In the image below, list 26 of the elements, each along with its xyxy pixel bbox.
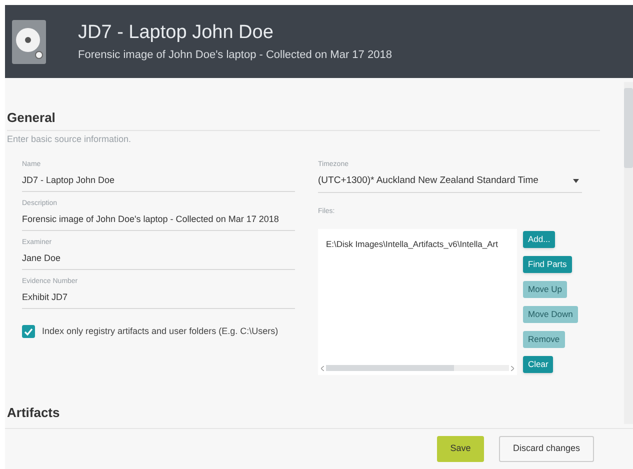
- dropdown-arrow-icon: [573, 178, 579, 183]
- checkmark-icon: [24, 328, 33, 336]
- scroll-right-icon[interactable]: [511, 366, 514, 371]
- checkbox[interactable]: [22, 325, 35, 338]
- timezone-value: (UTC+1300)* Auckland New Zealand Standard Time: [318, 174, 538, 188]
- list-button[interactable]: Clear: [523, 356, 554, 374]
- section-hint: Enter basic source information.: [7, 132, 132, 146]
- hard-drive-icon: [12, 20, 46, 64]
- section-heading: Artifacts: [7, 405, 61, 422]
- source-title: JD7 - Laptop John Doe: [78, 22, 274, 42]
- list-button[interactable]: Add...: [523, 231, 556, 248]
- horizontal-scrollbar[interactable]: [326, 365, 509, 372]
- checkbox-label: Index only registry artifacts and user folders (E.g. C:\Users): [42, 325, 278, 338]
- vertical-scrollbar[interactable]: [624, 82, 633, 424]
- field-value: Forensic image of John Doe's laptop - Collected on Mar 17 2018: [22, 212, 280, 226]
- file-path[interactable]: E:\Disk Images\Intella_Artifacts_v6\Intella_Art: [326, 238, 517, 251]
- source-subtitle: Forensic image of John Doe's laptop - Collected on Mar 17 2018: [78, 50, 392, 60]
- list-button[interactable]: Find Parts: [523, 256, 572, 274]
- field-value: JD7 - Laptop John Doe: [22, 174, 116, 187]
- section-heading: General: [7, 108, 600, 130]
- file-list[interactable]: E:\Disk Images\Intella_Artifacts_v6\Intella_Art: [318, 229, 517, 376]
- discard-button[interactable]: Discard changes: [499, 436, 594, 462]
- field-value: Exhibit JD7: [22, 290, 69, 304]
- scroll-left-icon[interactable]: [321, 366, 324, 371]
- save-button[interactable]: Save: [437, 436, 484, 462]
- field-value: Jane Doe: [22, 252, 62, 264]
